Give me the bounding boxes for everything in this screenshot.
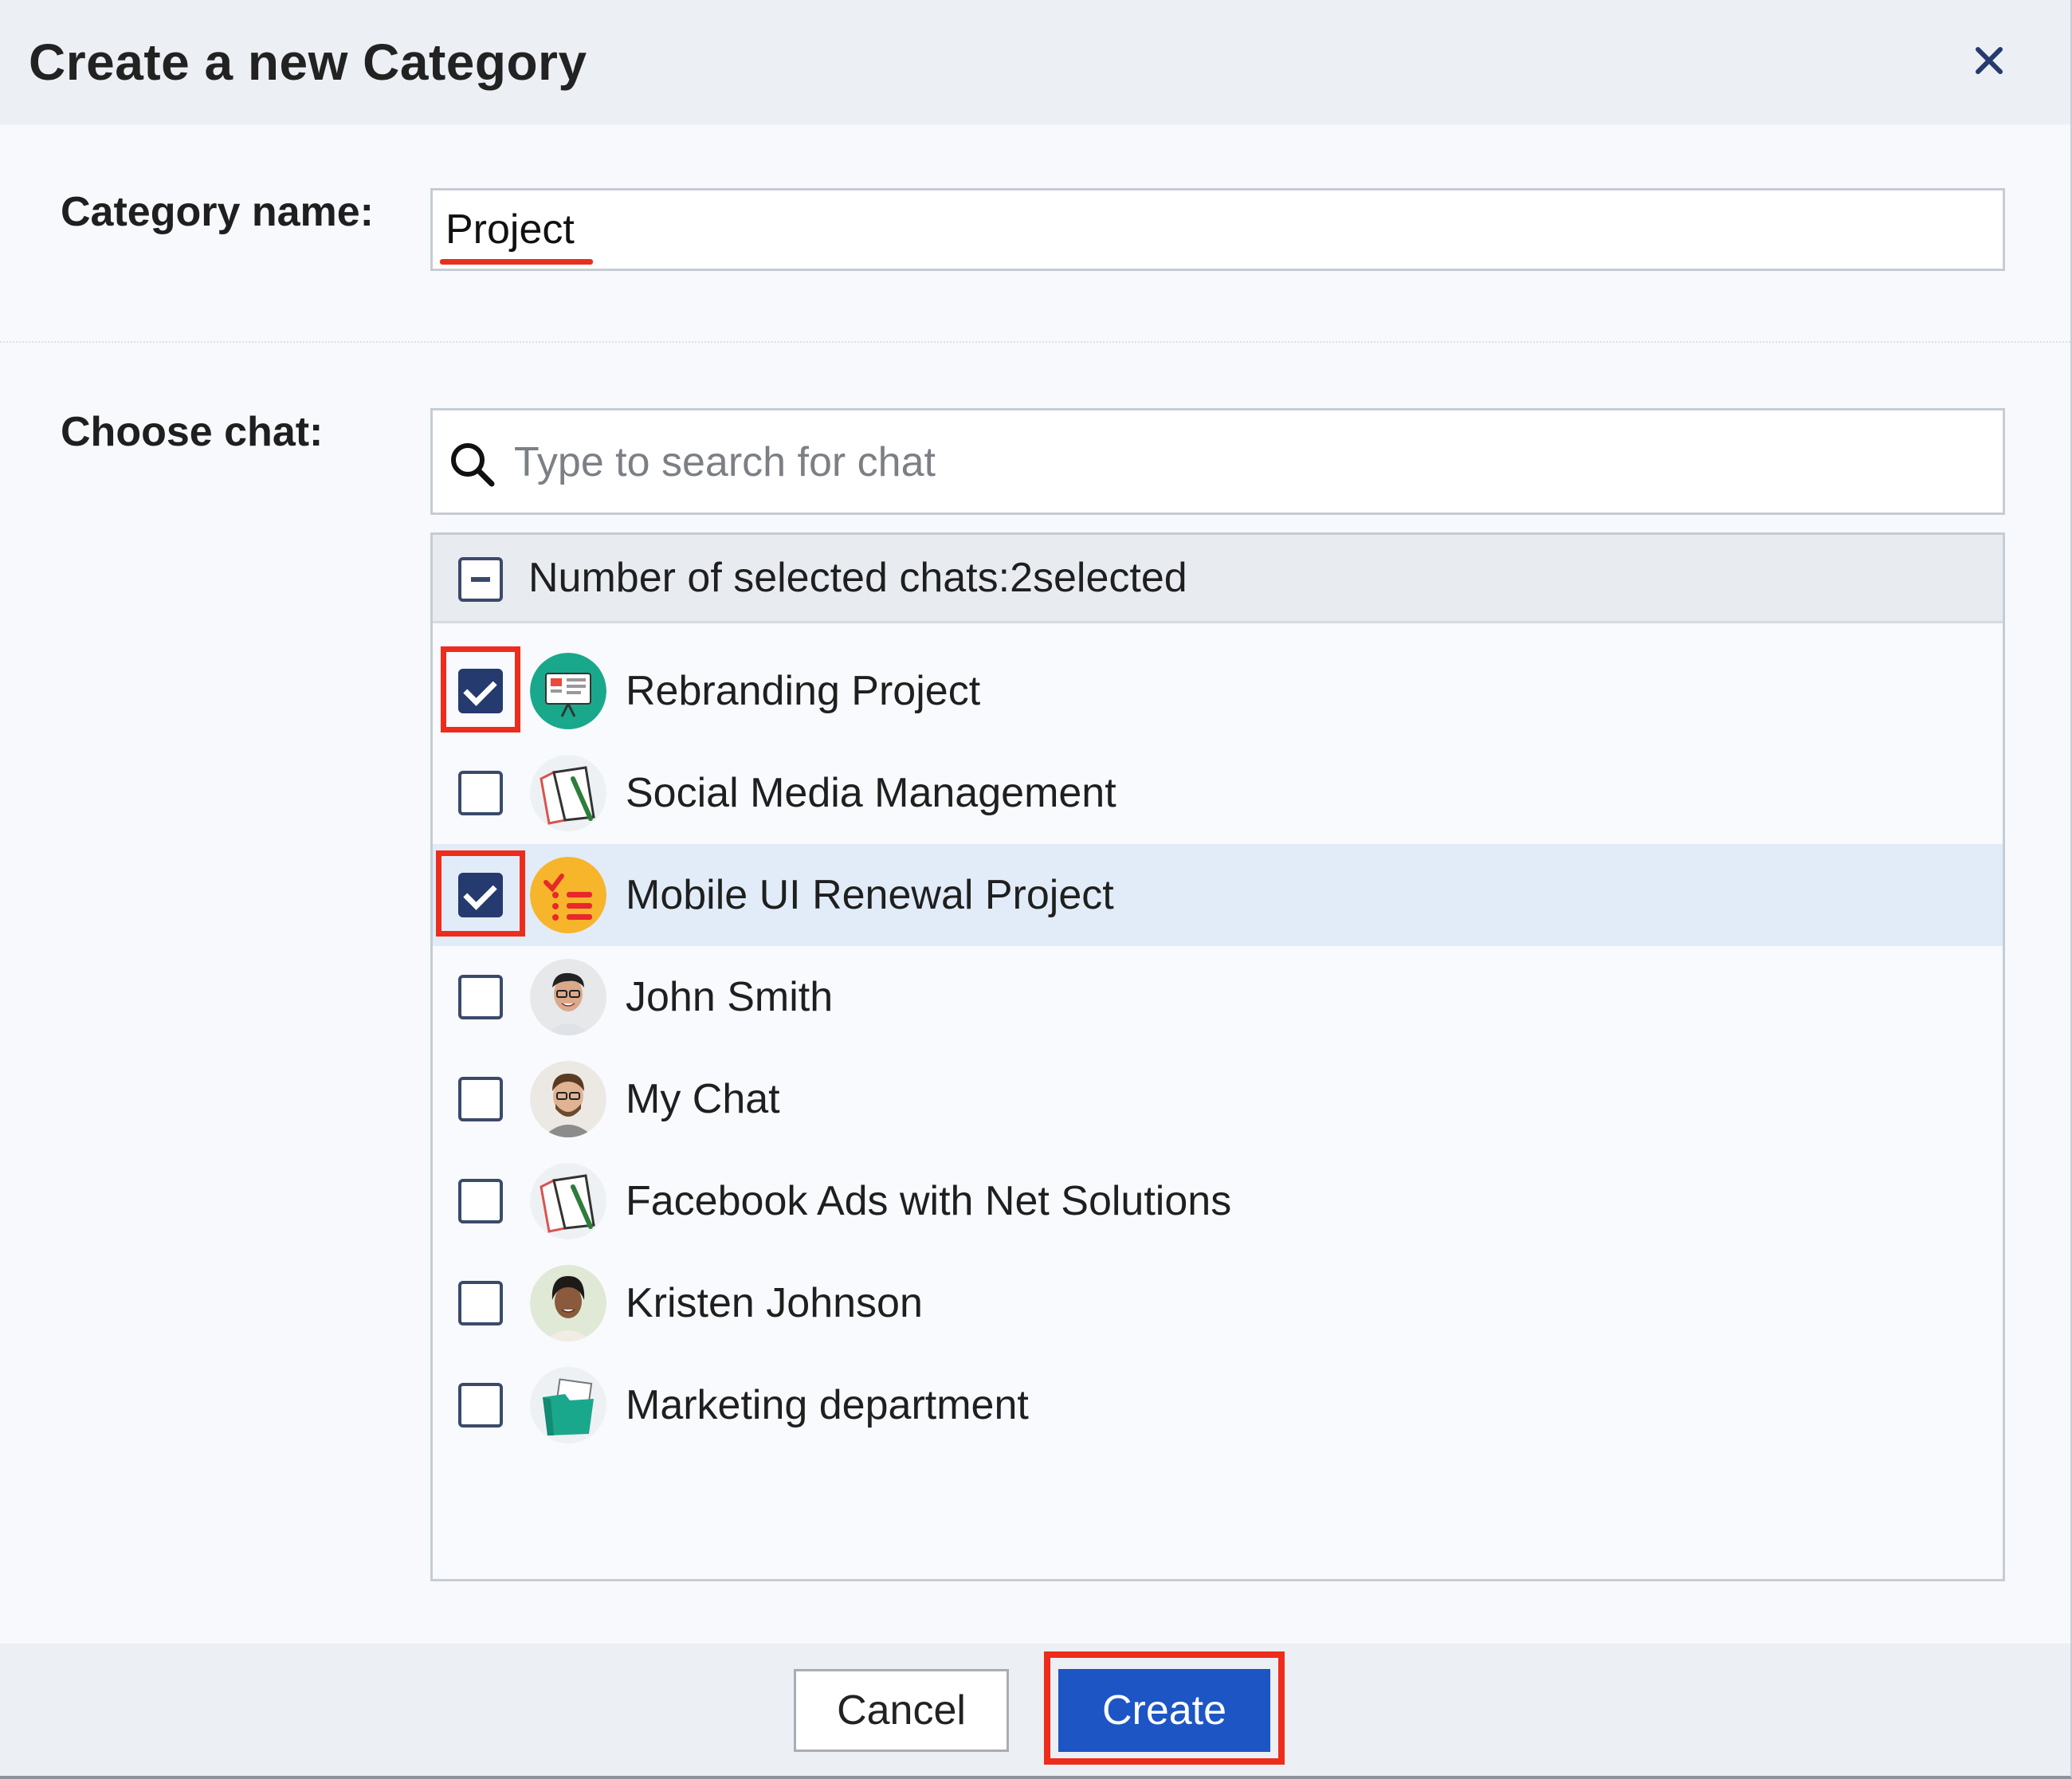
search-icon [451,443,495,487]
chat-checkbox[interactable] [458,669,503,713]
chat-item-kristen-johnson[interactable]: Kristen Johnson [433,1252,2003,1354]
chat-checkbox[interactable] [458,771,503,815]
select-all-checkbox[interactable] [458,557,503,602]
notebook-pen-icon [530,755,606,831]
chat-item-rebranding-project[interactable]: Rebranding Project [433,640,2003,742]
close-button[interactable] [1964,35,2015,86]
avatar [530,1061,606,1137]
chat-item-label: Mobile UI Renewal Project [626,872,1114,918]
chat-item-facebook-ads-with-net-solutions[interactable]: Facebook Ads with Net Solutions [433,1150,2003,1252]
chat-item-john-smith[interactable]: John Smith [433,946,2003,1048]
cancel-button[interactable]: Cancel [794,1669,1009,1752]
category-name-input[interactable] [430,188,2005,271]
chat-item-label: Marketing department [626,1382,1029,1428]
chat-item-mobile-ui-renewal-project[interactable]: Mobile UI Renewal Project [433,844,2003,946]
selected-count-text: Number of selected chats:2selected [528,555,1187,601]
dialog-header: Create a new Category [0,0,2070,124]
chat-item-label: Rebranding Project [626,668,981,714]
chat-item-marketing-department[interactable]: Marketing department [433,1354,2003,1456]
checklist-icon [530,857,606,933]
chat-item-label: Kristen Johnson [626,1280,923,1326]
category-name-label: Category name: [61,189,374,235]
chat-item-social-media-management[interactable]: Social Media Management [433,742,2003,844]
avatar [530,959,606,1035]
chat-item-my-chat[interactable]: My Chat [433,1048,2003,1150]
presentation-board-icon [530,653,606,729]
chat-list-header: Number of selected chats:2selected [433,535,2003,623]
avatar [530,1265,606,1341]
choose-chat-label: Choose chat: [61,409,324,455]
chat-checkbox[interactable] [458,1281,503,1325]
chat-item-label: John Smith [626,974,834,1020]
chat-checkbox[interactable] [458,1383,503,1428]
chat-item-label: Social Media Management [626,770,1116,816]
create-button[interactable]: Create [1058,1669,1270,1752]
section-divider [0,341,2070,343]
chat-list: Number of selected chats:2selected Rebra… [430,532,2005,1581]
create-category-dialog: Create a new Category Category name: Cho… [0,0,2072,1779]
chat-item-label: Facebook Ads with Net Solutions [626,1178,1232,1224]
folder-icon [530,1367,606,1443]
chat-checkbox[interactable] [458,873,503,917]
chat-checkbox[interactable] [458,1077,503,1121]
dialog-footer [0,1644,2070,1776]
spellcheck-underline [440,259,593,265]
chat-search-input[interactable] [512,410,1998,514]
chat-checkbox[interactable] [458,1179,503,1223]
close-icon [1976,47,2003,74]
chat-item-label: My Chat [626,1076,780,1122]
chat-checkbox[interactable] [458,975,503,1019]
chat-search-box[interactable] [430,408,2005,515]
notebook-pen-icon [530,1163,606,1239]
dialog-title: Create a new Category [29,33,587,91]
